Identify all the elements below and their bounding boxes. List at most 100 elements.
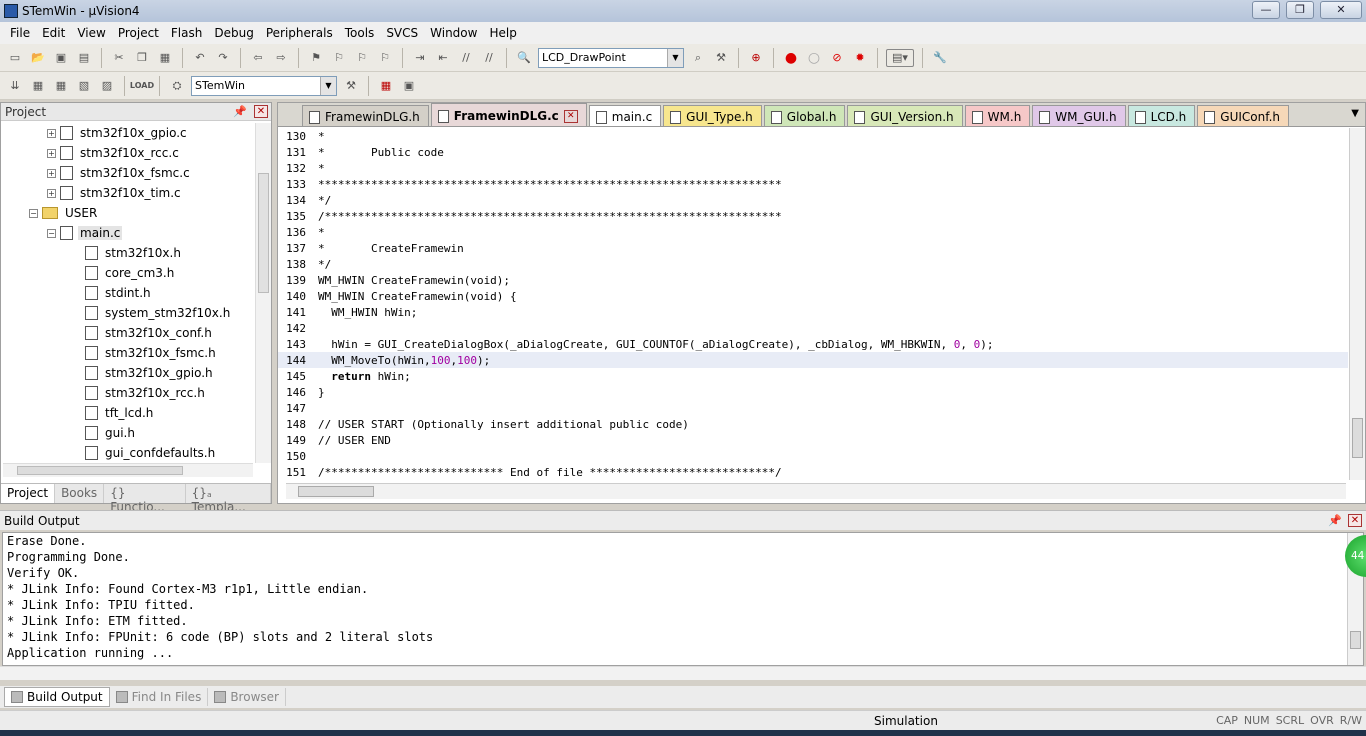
- tree-item[interactable]: − USER: [1, 203, 255, 223]
- batch-build-icon[interactable]: ▧: [75, 77, 93, 95]
- bookmark-next-icon[interactable]: ⚐: [353, 49, 371, 67]
- tree-item[interactable]: gui_confdefaults.h: [1, 443, 255, 463]
- save-all-icon[interactable]: ▤: [75, 49, 93, 67]
- output-tab[interactable]: Find In Files: [110, 688, 209, 706]
- rebuild-icon[interactable]: ▦: [52, 77, 70, 95]
- code-area[interactable]: 130 * 131 * Public code 132 * 133 *************…: [278, 128, 1348, 480]
- download-icon[interactable]: LOAD: [130, 77, 154, 95]
- tree-item[interactable]: stm32f10x_rcc.h: [1, 383, 255, 403]
- menu-item-window[interactable]: Window: [424, 26, 483, 40]
- code-line[interactable]: 140 WM_HWIN CreateFramewin(void) {: [278, 288, 1348, 304]
- close-panel-icon[interactable]: ✕: [1348, 514, 1362, 527]
- build-vscroll[interactable]: 44: [1345, 533, 1366, 665]
- cut-icon[interactable]: ✂: [110, 49, 128, 67]
- tree-item[interactable]: system_stm32f10x.h: [1, 303, 255, 323]
- tree-item[interactable]: stm32f10x.h: [1, 243, 255, 263]
- tree-item[interactable]: stdint.h: [1, 283, 255, 303]
- menu-item-file[interactable]: File: [4, 26, 36, 40]
- tree-item[interactable]: tft_lcd.h: [1, 403, 255, 423]
- code-line[interactable]: 143 hWin = GUI_CreateDialogBox(_aDialogC…: [278, 336, 1348, 352]
- tree-item[interactable]: stm32f10x_conf.h: [1, 323, 255, 343]
- tree-item[interactable]: core_cm3.h: [1, 263, 255, 283]
- nav-forward-icon[interactable]: ⇨: [272, 49, 290, 67]
- tab-list-icon[interactable]: ▼: [1351, 108, 1359, 119]
- code-line[interactable]: 151 /*************************** End of f…: [278, 464, 1348, 480]
- expand-icon[interactable]: +: [47, 168, 56, 178]
- maximize-button[interactable]: ❐: [1286, 1, 1314, 19]
- code-line[interactable]: 146}: [278, 384, 1348, 400]
- undo-icon[interactable]: ↶: [191, 49, 209, 67]
- code-line[interactable]: 150: [278, 448, 1348, 464]
- editor-tab[interactable]: FramewinDLG.h: [302, 105, 429, 126]
- project-hscroll[interactable]: [3, 463, 253, 477]
- menu-item-peripherals[interactable]: Peripherals: [260, 26, 339, 40]
- expand-icon[interactable]: −: [47, 228, 56, 238]
- build-hscroll[interactable]: [0, 666, 1366, 680]
- breakpoint-icon[interactable]: ●: [782, 49, 800, 67]
- menu-item-help[interactable]: Help: [483, 26, 522, 40]
- tree-item[interactable]: stm32f10x_fsmc.h: [1, 343, 255, 363]
- build-output[interactable]: Erase Done. Programming Done. Verify OK. * …: [2, 532, 1366, 666]
- breakpoint-kill-all-icon[interactable]: ✹: [851, 49, 869, 67]
- chevron-down-icon[interactable]: ▼: [667, 48, 683, 67]
- build-icon[interactable]: ▦: [29, 77, 47, 95]
- outdent-icon[interactable]: ⇤: [434, 49, 452, 67]
- new-file-icon[interactable]: ▭: [6, 49, 24, 67]
- incremental-find-icon[interactable]: ⚒: [712, 49, 730, 67]
- code-line[interactable]: 142: [278, 320, 1348, 336]
- debug-session-icon[interactable]: ⊕: [747, 49, 765, 67]
- menu-item-edit[interactable]: Edit: [36, 26, 71, 40]
- panel-tab-1[interactable]: Books: [55, 484, 105, 503]
- tree-item[interactable]: − main.c: [1, 223, 255, 243]
- find-in-files-icon[interactable]: 🔍: [515, 49, 533, 67]
- code-line[interactable]: 147: [278, 400, 1348, 416]
- notification-badge[interactable]: 44: [1345, 535, 1366, 577]
- bookmark-clear-icon[interactable]: ⚐: [376, 49, 394, 67]
- bookmark-icon[interactable]: ⚑: [307, 49, 325, 67]
- code-line[interactable]: 130 *: [278, 128, 1348, 144]
- manage-project-icon[interactable]: ▣: [400, 77, 418, 95]
- code-line[interactable]: 141 WM_HWIN hWin;: [278, 304, 1348, 320]
- tree-item[interactable]: stm32f10x_gpio.h: [1, 363, 255, 383]
- save-icon[interactable]: ▣: [52, 49, 70, 67]
- code-line[interactable]: 144 WM_MoveTo(hWin,100,100);: [278, 352, 1348, 368]
- editor-tab[interactable]: LCD.h: [1127, 105, 1196, 126]
- configure-icon[interactable]: 🔧: [931, 49, 949, 67]
- chevron-down-icon[interactable]: ▼: [320, 76, 336, 95]
- code-line[interactable]: 132 *: [278, 160, 1348, 176]
- editor-tab[interactable]: GUI_Version.h: [847, 105, 963, 126]
- window-layout-icon[interactable]: ▤▾: [886, 48, 914, 67]
- code-line[interactable]: 133 *************************************…: [278, 176, 1348, 192]
- close-tab-icon[interactable]: ✕: [563, 109, 578, 123]
- minimize-button[interactable]: —: [1252, 1, 1280, 19]
- code-line[interactable]: 135 /************************************…: [278, 208, 1348, 224]
- stop-build-icon[interactable]: ▨: [98, 77, 116, 95]
- pin-icon[interactable]: 📌: [1328, 514, 1342, 527]
- editor-tab[interactable]: WM_GUI.h: [1032, 105, 1126, 126]
- target-options-wand-icon[interactable]: ⚒: [342, 77, 360, 95]
- tree-item[interactable]: gui.h: [1, 423, 255, 443]
- manage-components-icon[interactable]: ▦: [377, 77, 395, 95]
- menu-item-svcs[interactable]: SVCS: [380, 26, 424, 40]
- editor-tab[interactable]: FramewinDLG.c ✕: [430, 103, 587, 126]
- tree-item[interactable]: + stm32f10x_tim.c: [1, 183, 255, 203]
- target-options-icon[interactable]: ⛭: [168, 77, 186, 95]
- expand-icon[interactable]: +: [47, 128, 56, 138]
- copy-icon[interactable]: ❐: [133, 49, 151, 67]
- redo-icon[interactable]: ↷: [214, 49, 232, 67]
- tree-item[interactable]: + stm32f10x_rcc.c: [1, 143, 255, 163]
- editor-hscroll[interactable]: [286, 483, 1346, 499]
- tree-item[interactable]: + stm32f10x_gpio.c: [1, 123, 255, 143]
- indent-icon[interactable]: ⇥: [411, 49, 429, 67]
- breakpoint-disable-all-icon[interactable]: ⊘: [828, 49, 846, 67]
- code-line[interactable]: 139 WM_HWIN CreateFramewin(void);: [278, 272, 1348, 288]
- editor-tab[interactable]: GUIConf.h: [1197, 105, 1290, 126]
- code-line[interactable]: 134 */: [278, 192, 1348, 208]
- find-icon[interactable]: ⌕: [689, 49, 707, 67]
- editor-tab[interactable]: Global.h: [763, 105, 846, 126]
- output-tab[interactable]: Build Output: [4, 687, 110, 707]
- expand-icon[interactable]: −: [29, 208, 38, 218]
- tree-item[interactable]: + stm32f10x_fsmc.c: [1, 163, 255, 183]
- comment-icon[interactable]: //: [457, 49, 475, 67]
- close-panel-icon[interactable]: ✕: [254, 105, 268, 118]
